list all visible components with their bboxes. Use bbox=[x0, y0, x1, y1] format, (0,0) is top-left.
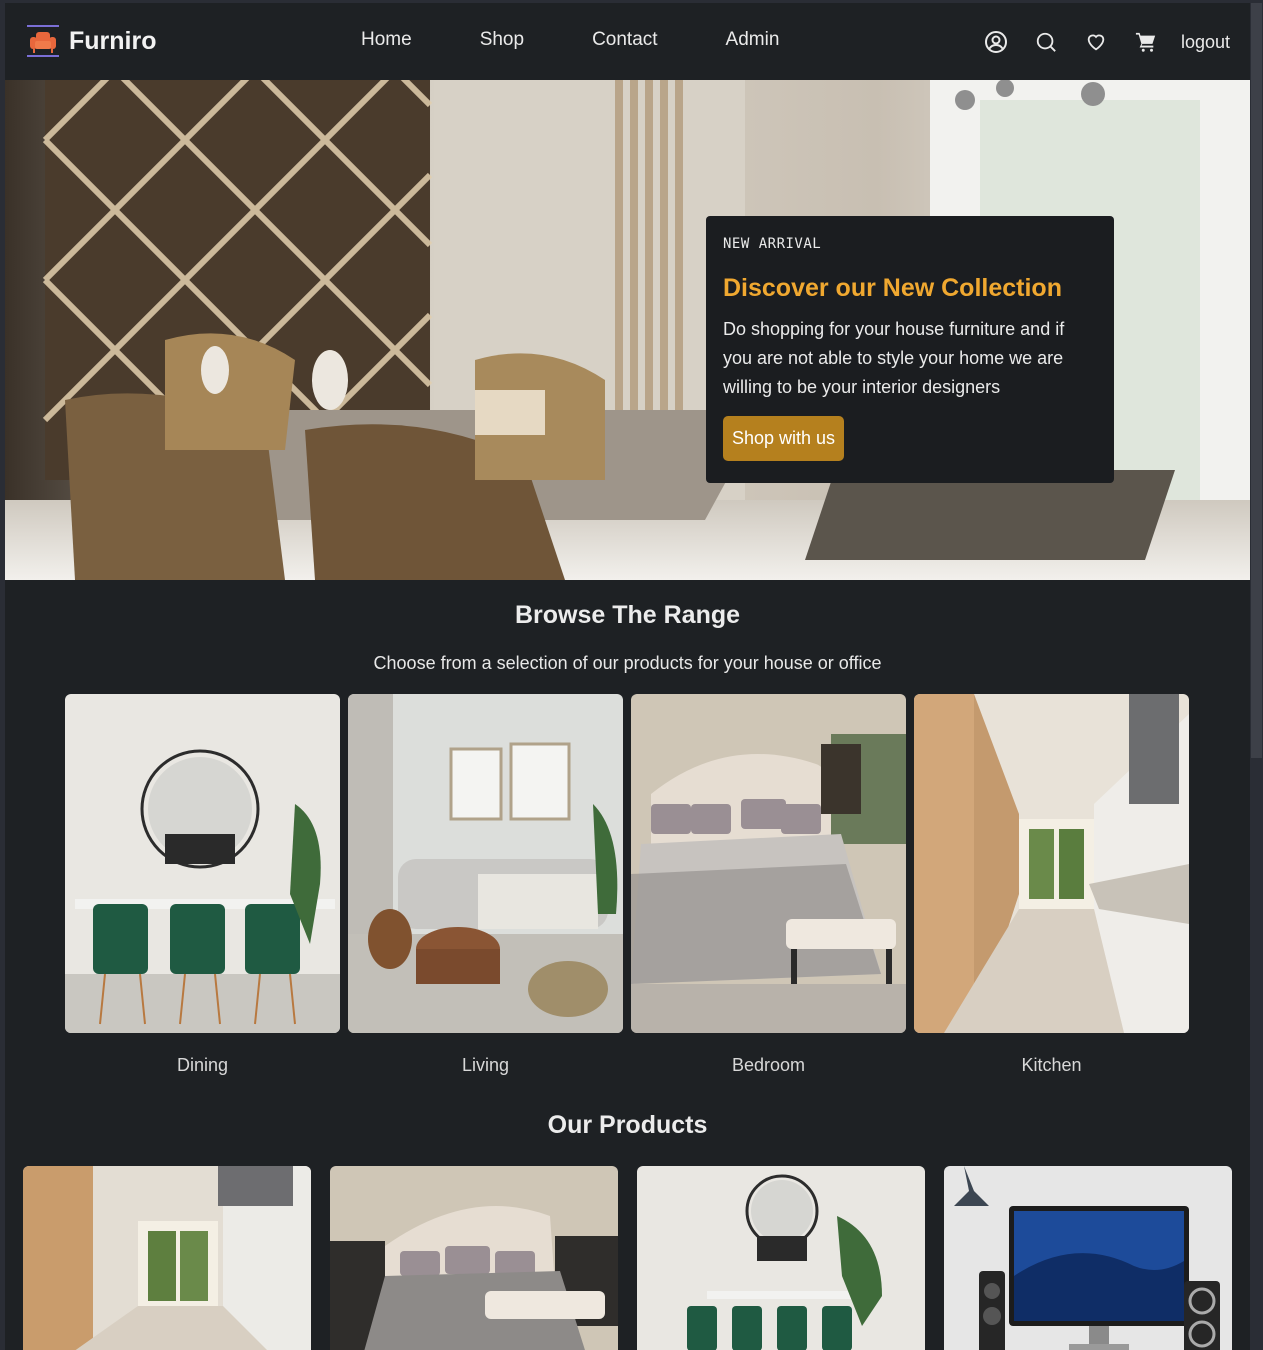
product-dining-image bbox=[637, 1166, 925, 1350]
product-bedroom-image bbox=[330, 1166, 618, 1350]
product-card[interactable] bbox=[637, 1166, 925, 1350]
category-label-dining: Dining bbox=[176, 1055, 229, 1075]
category-card-dining[interactable]: Dining bbox=[65, 694, 340, 1076]
nav-admin[interactable]: Admin bbox=[726, 29, 780, 51]
category-card-bedroom[interactable]: Bedroom bbox=[631, 694, 906, 1076]
category-label-living: Living bbox=[461, 1055, 510, 1075]
hero-description: Do shopping for your house furniture and… bbox=[723, 319, 1065, 397]
living-image[interactable] bbox=[348, 694, 623, 1033]
scrollbar-thumb[interactable] bbox=[1251, 3, 1262, 758]
hero-promo-card: NEW ARRIVAL Discover our New Collection … bbox=[706, 216, 1114, 483]
product-card[interactable] bbox=[330, 1166, 618, 1350]
dining-image[interactable] bbox=[65, 694, 340, 1033]
shop-with-us-button[interactable]: Shop with us bbox=[723, 416, 845, 461]
nav-contact[interactable]: Contact bbox=[592, 29, 657, 51]
hero-kicker: NEW ARRIVAL bbox=[723, 236, 822, 252]
product-card[interactable] bbox=[944, 1166, 1232, 1350]
logout-link[interactable]: logout bbox=[1181, 32, 1230, 53]
bedroom-image[interactable] bbox=[631, 694, 906, 1033]
category-card-kitchen[interactable]: Kitchen bbox=[914, 694, 1189, 1076]
category-label-kitchen: Kitchen bbox=[1021, 1055, 1082, 1075]
header-actions: logout bbox=[959, 29, 1230, 55]
sofa-logo-icon bbox=[25, 23, 61, 59]
product-kitchen-image bbox=[23, 1166, 311, 1350]
browse-title: Browse The Range bbox=[514, 601, 741, 629]
brand-logo[interactable]: Furniro bbox=[25, 23, 157, 59]
nav-shop[interactable]: Shop bbox=[480, 29, 524, 51]
cart-icon[interactable] bbox=[1133, 29, 1159, 55]
hero-title: Discover our New Collection bbox=[723, 274, 1062, 302]
category-grid: Dining Living Bedroom Kitchen bbox=[65, 694, 1189, 1076]
product-monitor-image bbox=[944, 1166, 1232, 1350]
category-label-bedroom: Bedroom bbox=[731, 1055, 806, 1075]
hero-banner: NEW ARRIVAL Discover our New Collection … bbox=[5, 80, 1250, 580]
search-icon[interactable] bbox=[1033, 29, 1059, 55]
heart-icon[interactable] bbox=[1083, 29, 1109, 55]
browse-subtitle: Choose from a selection of our products … bbox=[373, 653, 882, 673]
product-card[interactable] bbox=[23, 1166, 311, 1350]
main-nav: Home Shop Contact Admin bbox=[361, 29, 847, 51]
page: Furniro Home Shop Contact Admin logout N… bbox=[5, 3, 1250, 1350]
brand-name: Furniro bbox=[69, 26, 157, 55]
nav-home[interactable]: Home bbox=[361, 29, 412, 51]
products-title: Our Products bbox=[547, 1111, 708, 1139]
user-icon[interactable] bbox=[983, 29, 1009, 55]
category-card-living[interactable]: Living bbox=[348, 694, 623, 1076]
site-header: Furniro Home Shop Contact Admin logout bbox=[5, 3, 1250, 80]
kitchen-image[interactable] bbox=[914, 694, 1189, 1033]
product-grid bbox=[23, 1166, 1232, 1350]
